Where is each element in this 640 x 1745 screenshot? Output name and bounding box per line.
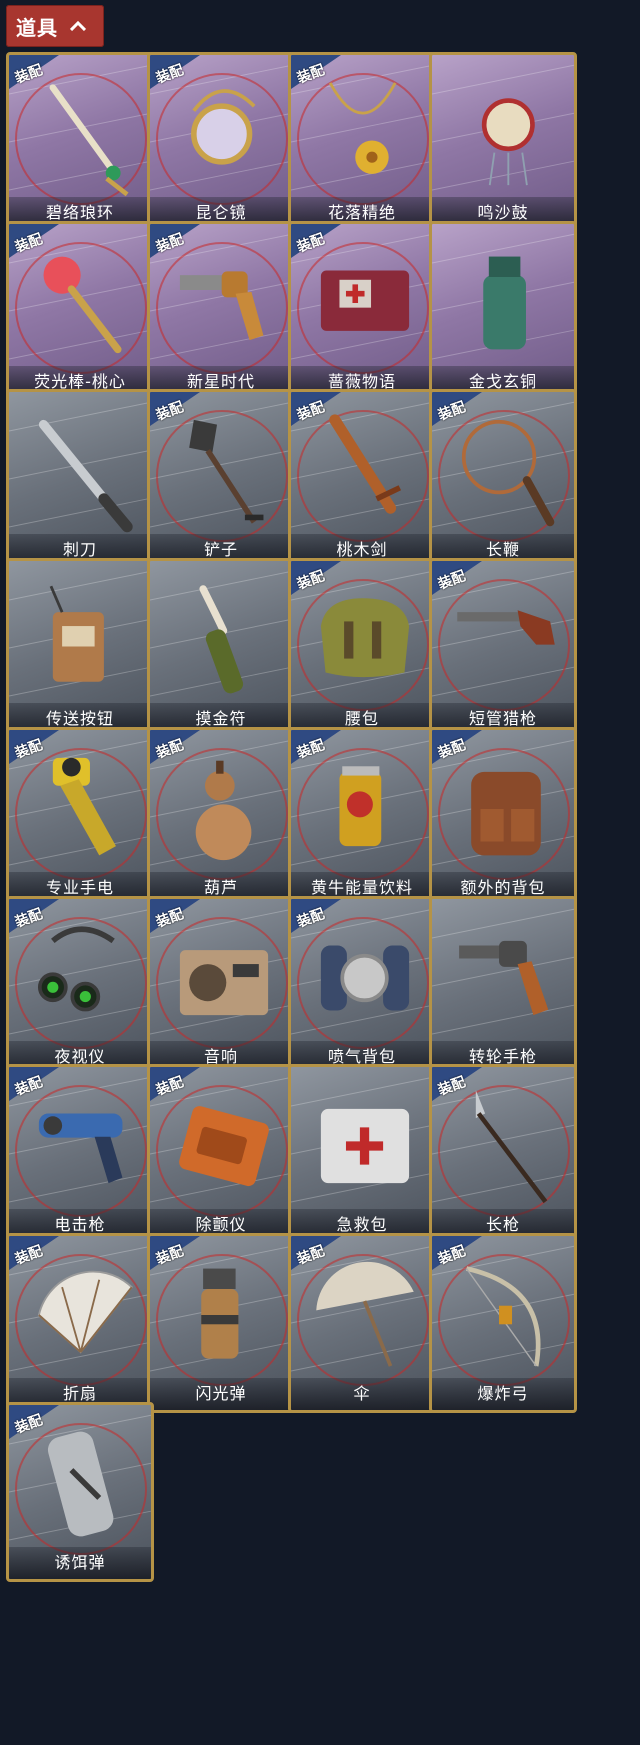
first-aid-kit-icon	[320, 1109, 410, 1184]
item-card[interactable]: 装配 铲子	[147, 389, 295, 570]
item-card[interactable]: 装配 折扇	[6, 1232, 154, 1413]
item-card[interactable]: 装配 额外的背包	[429, 726, 577, 907]
bronze-grenade-icon	[483, 256, 526, 350]
item-card[interactable]: 装配 长枪	[429, 1064, 577, 1245]
item-card[interactable]: 装配伞	[288, 1232, 436, 1413]
item-card[interactable]: 急救包	[288, 1064, 436, 1245]
item-card[interactable]: 装配 爆炸弓	[429, 1232, 577, 1413]
item-card[interactable]: 装配 昆仑镜	[147, 52, 295, 232]
item-card[interactable]: 装配 短管猎枪	[429, 558, 577, 739]
talisman-icon	[199, 585, 244, 694]
item-card[interactable]: 装配 新星时代	[147, 220, 295, 401]
item-name: 闪光弹	[150, 1377, 292, 1410]
section-header[interactable]: 道具	[6, 5, 104, 47]
item-card[interactable]: 金戈玄铜	[429, 220, 577, 401]
item-card[interactable]: 装配 葫芦	[147, 726, 295, 907]
section-title: 道具	[16, 15, 58, 40]
item-card[interactable]: 装配 夜视仪	[6, 895, 154, 1076]
item-card[interactable]: 刺刀	[6, 389, 154, 570]
item-card[interactable]: 装配 电击枪	[6, 1064, 154, 1245]
item-card[interactable]: 装配 碧络琅环	[6, 52, 154, 232]
item-card[interactable]: 装配 长鞭	[429, 389, 577, 570]
item-card[interactable]: 摸金符	[147, 558, 295, 739]
teleport-device-icon	[49, 585, 104, 682]
item-card[interactable]: 装配 荧光棒-桃心	[6, 220, 154, 401]
revolver-icon	[459, 940, 549, 1015]
item-card[interactable]: 装配 喷气背包	[288, 895, 436, 1076]
item-card[interactable]: 鸣沙鼓	[429, 52, 577, 232]
item-name: 诱饵弹	[9, 1546, 151, 1579]
item-card[interactable]: 装配 诱饵弹	[6, 1401, 154, 1582]
item-card[interactable]: 装配 腰包	[288, 558, 436, 739]
item-card[interactable]: 装配 蔷薇物语	[288, 220, 436, 401]
item-name: 爆炸弓	[432, 1377, 574, 1410]
hand-drum-icon	[481, 98, 535, 186]
item-card[interactable]: 装配 除颤仪	[147, 1064, 295, 1245]
item-card[interactable]: 装配 黄牛能量饮料	[288, 726, 436, 907]
item-card[interactable]: 装配 桃木剑	[288, 389, 436, 570]
item-card[interactable]: 传送按钮	[6, 558, 154, 739]
item-name: 伞	[291, 1377, 433, 1410]
bayonet-icon	[38, 420, 133, 533]
item-card[interactable]: 装配 闪光弹	[147, 1232, 295, 1413]
chevron-up-icon[interactable]	[68, 16, 88, 36]
item-card[interactable]: 装配 花落精绝	[288, 52, 436, 232]
item-card[interactable]: 装配 音响	[147, 895, 295, 1076]
item-card[interactable]: 转轮手枪	[429, 895, 577, 1076]
item-card[interactable]: 装配 专业手电	[6, 726, 154, 907]
